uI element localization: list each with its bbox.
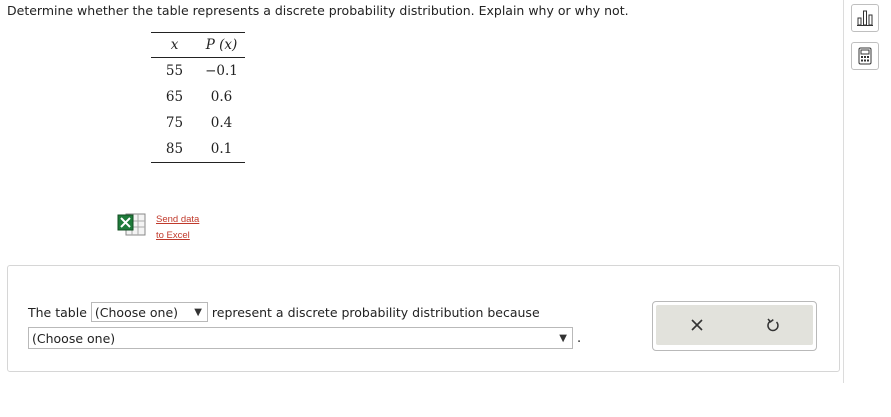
column-header-px: P (x) [198,32,245,58]
answer-middle: represent a discrete probability distrib… [211,304,540,320]
action-panel-inner [656,305,813,345]
statistics-tool-button[interactable] [851,4,879,32]
choose-one-dropdown-2[interactable]: (Choose one) ▼ [28,327,573,349]
send-to-excel-link[interactable]: Send data to Excel [156,212,199,244]
clear-button[interactable] [685,313,709,337]
side-divider [843,0,844,383]
table-row: 65 0.6 [151,84,245,110]
cell-p: 0.4 [210,115,233,131]
question-text: Determine whether the table represents a… [7,3,629,18]
dropdown-1-value: (Choose one) [94,304,179,320]
cell-x: 85 [151,136,198,163]
table-row: 85 0.1 [151,136,245,163]
column-header-x: x [151,32,198,58]
undo-button[interactable] [761,313,785,337]
cell-p: 0.1 [198,136,245,163]
excel-link-line2: to Excel [156,230,190,241]
answer-suffix: . [577,331,582,346]
cell-p: 0.6 [210,89,233,105]
answer-sentence: The table (Choose one) ▼ represent a dis… [28,302,540,322]
cell-x: 55 [165,63,184,79]
table-row: 55 −0.1 [151,58,245,85]
cell-x: 65 [165,89,184,105]
answer-prefix: The table [28,304,87,320]
table-row: 75 0.4 [151,110,245,136]
choose-one-dropdown-1[interactable]: (Choose one) ▼ [90,302,208,322]
undo-icon [767,318,779,332]
excel-icon[interactable] [117,211,147,241]
side-toolbar [851,4,881,80]
probability-table: x P (x) 55 −0.1 65 0.6 75 0.4 85 0.1 [151,32,245,163]
bar-chart-icon [857,10,873,26]
table-header-row: x P (x) [151,32,245,58]
calculator-button[interactable] [851,42,879,70]
cell-x: 75 [165,115,184,131]
chevron-down-icon: ▼ [559,332,567,344]
close-icon [691,319,703,331]
calculator-icon [858,47,872,65]
excel-link-line1: Send data [156,214,200,225]
chevron-down-icon: ▼ [194,306,202,318]
cell-p: −0.1 [205,63,238,79]
dropdown-2-value: (Choose one) [32,330,116,346]
